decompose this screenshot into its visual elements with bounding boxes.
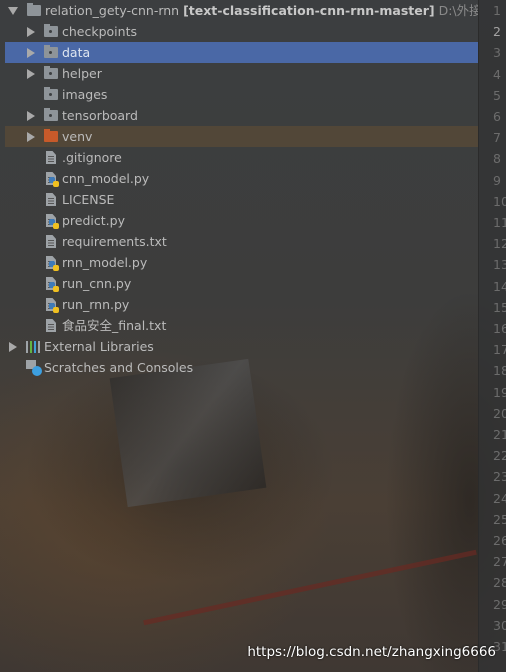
folder-label: checkpoints	[62, 24, 137, 39]
line-number: 22	[493, 448, 506, 464]
chevron-right-icon[interactable]	[9, 342, 17, 352]
folder-icon	[44, 87, 58, 100]
line-number: 28	[493, 575, 506, 591]
folder-icon	[44, 108, 58, 121]
file-label: predict.py	[62, 213, 125, 228]
line-number: 1	[493, 3, 501, 18]
file-run-rnn[interactable]: run_rnn.py	[0, 294, 478, 315]
project-module: [text-classification-cnn-rnn-master]	[183, 3, 435, 18]
text-file-icon	[46, 151, 56, 164]
project-name: relation_gety-cnn-rnn	[45, 3, 180, 18]
line-number: 20	[493, 405, 506, 421]
chevron-right-icon[interactable]	[27, 111, 35, 121]
chevron-right-icon[interactable]	[27, 48, 35, 58]
text-file-icon	[46, 319, 56, 332]
folder-label: helper	[62, 66, 102, 81]
folder-icon	[27, 3, 41, 16]
file-requirements[interactable]: requirements.txt	[0, 231, 478, 252]
folder-icon	[44, 66, 58, 79]
scratches-label: Scratches and Consoles	[44, 360, 194, 375]
excluded-folder-icon	[44, 129, 58, 142]
line-number: 3	[493, 45, 501, 61]
python-icon	[49, 177, 59, 187]
folder-icon	[44, 45, 58, 58]
file-label: rnn_model.py	[62, 255, 148, 270]
chevron-right-icon[interactable]	[27, 132, 35, 142]
external-libraries-label: External Libraries	[44, 339, 154, 354]
project-tree[interactable]: relation_gety-cnn-rnn [text-classificati…	[0, 0, 478, 378]
line-number: 12	[493, 236, 506, 252]
folder-label: venv	[62, 129, 93, 144]
scratches-icon	[26, 360, 42, 376]
file-run-cnn[interactable]: run_cnn.py	[0, 273, 478, 294]
chevron-right-icon[interactable]	[27, 69, 35, 79]
line-number: 15	[493, 299, 506, 315]
watermark: https://blog.csdn.net/zhangxing6666	[247, 644, 496, 660]
line-number: 24	[493, 490, 506, 506]
project-root[interactable]: relation_gety-cnn-rnn [text-classificati…	[0, 0, 478, 21]
file-license[interactable]: LICENSE	[0, 189, 478, 210]
file-label: requirements.txt	[62, 234, 167, 249]
line-number: 7	[493, 130, 501, 146]
file-rnn-model[interactable]: rnn_model.py	[0, 252, 478, 273]
line-number: 5	[493, 87, 501, 103]
folder-label: data	[62, 45, 91, 60]
line-number: 4	[493, 66, 501, 82]
line-number: 6	[493, 109, 501, 124]
file-label: 食品安全_final.txt	[62, 318, 167, 333]
folder-helper[interactable]: helper	[0, 63, 478, 84]
folder-icon	[44, 24, 58, 37]
chevron-right-icon[interactable]	[27, 27, 35, 37]
file-label: LICENSE	[62, 192, 115, 207]
line-number: 16	[493, 321, 506, 336]
background-photo	[109, 358, 267, 508]
file-cnn-model[interactable]: cnn_model.py	[0, 168, 478, 189]
line-number: 27	[493, 554, 506, 570]
text-file-icon	[46, 193, 56, 206]
line-number: 17	[493, 342, 506, 358]
python-icon	[49, 219, 59, 229]
line-number: 14	[493, 278, 506, 294]
file-food-safety[interactable]: 食品安全_final.txt	[0, 315, 478, 336]
folder-images[interactable]: images	[0, 84, 478, 105]
line-number: 21	[493, 427, 506, 442]
line-number: 19	[493, 384, 506, 400]
libraries-icon	[26, 341, 40, 353]
line-number: 9	[493, 172, 501, 188]
project-path: D:\外接项目\re	[438, 3, 478, 18]
line-number: 18	[493, 363, 506, 379]
line-number: 25	[493, 511, 506, 527]
python-icon	[49, 282, 59, 292]
file-gitignore[interactable]: .gitignore	[0, 147, 478, 168]
line-number: 11	[493, 215, 506, 230]
line-number: 23	[493, 469, 506, 485]
folder-label: images	[62, 87, 108, 102]
file-label: run_rnn.py	[62, 297, 130, 312]
line-number: 10	[493, 193, 506, 209]
chevron-down-icon[interactable]	[8, 7, 18, 15]
file-predict[interactable]: predict.py	[0, 210, 478, 231]
file-label: run_cnn.py	[62, 276, 132, 291]
external-libraries[interactable]: External Libraries	[0, 336, 478, 357]
scratches-and-consoles[interactable]: Scratches and Consoles	[0, 357, 478, 378]
line-number: 26	[493, 533, 506, 548]
line-number: 2	[493, 24, 501, 40]
line-number: 30	[493, 617, 506, 633]
folder-venv[interactable]: venv	[5, 126, 478, 147]
folder-label: tensorboard	[62, 108, 138, 123]
python-icon	[49, 303, 59, 313]
folder-tensorboard[interactable]: tensorboard	[0, 105, 478, 126]
python-icon	[49, 261, 59, 271]
line-number: 8	[493, 151, 501, 167]
folder-data[interactable]: data	[5, 42, 478, 63]
line-number: 13	[493, 257, 506, 273]
file-label: cnn_model.py	[62, 171, 150, 186]
text-file-icon	[46, 235, 56, 248]
file-label: .gitignore	[62, 150, 122, 165]
line-number-gutter: 1 2 3 4 5 6 7 8 9 10 11 12 13 14 15 16 17 18 19 20 21 22 23 24 2…	[478, 0, 506, 672]
line-number: 29	[493, 596, 506, 612]
folder-checkpoints[interactable]: checkpoints	[0, 21, 478, 42]
